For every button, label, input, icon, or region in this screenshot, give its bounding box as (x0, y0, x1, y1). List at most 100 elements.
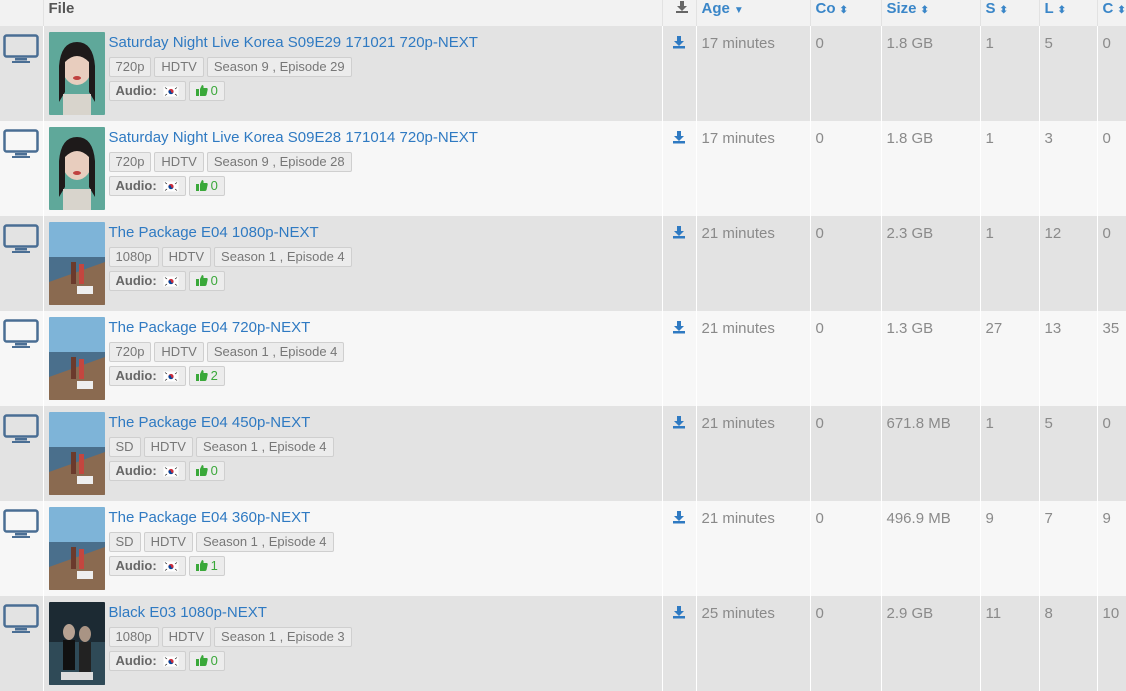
table-row: The Package E04 360p-NEXT SD HDTV Season 1… (0, 501, 1126, 596)
download-icon[interactable] (672, 320, 686, 334)
tv-icon[interactable] (3, 224, 39, 254)
audio-label: Audio: (115, 463, 157, 478)
age-cell: 21 minutes (696, 311, 811, 406)
age-cell: 17 minutes (696, 121, 811, 216)
download-icon[interactable] (672, 225, 686, 239)
type-cell (0, 406, 44, 501)
seeders-cell: 1 (980, 216, 1040, 311)
torrent-title-link[interactable]: The Package E04 720p-NEXT (109, 319, 348, 337)
vote-count: 0 (210, 83, 218, 98)
tag-row: 720p HDTV Season 9 , Episode 28 (108, 152, 478, 172)
completed-cell: 0 (1097, 216, 1126, 311)
torrent-title-link[interactable]: The Package E04 450p-NEXT (109, 414, 337, 432)
tag-row: SD HDTV Season 1 , Episode 4 (108, 437, 337, 457)
thumbs-up-icon (195, 465, 208, 476)
source-tag: HDTV (154, 57, 204, 77)
table-row: Saturday Night Live Korea S09E29 171021 … (0, 26, 1126, 121)
audio-label: Audio: (115, 368, 157, 383)
size-column-header[interactable]: Size ⬍ (881, 0, 981, 26)
age-cell: 17 minutes (696, 26, 811, 121)
episode-tag[interactable]: Season 1 , Episode 4 (195, 532, 334, 552)
sort-icon: ⬍ (839, 5, 848, 16)
thumbs-up-button[interactable]: 0 (188, 81, 225, 101)
co-column-header[interactable]: Co ⬍ (810, 0, 882, 26)
file-cell: The Package E04 450p-NEXT SD HDTV Season 1… (43, 406, 663, 501)
torrent-title-link[interactable]: Saturday Night Live Korea S09E28 171014 … (109, 129, 478, 147)
poster-thumbnail[interactable] (48, 507, 105, 590)
download-icon[interactable] (672, 35, 686, 49)
resolution-tag: 1080p (108, 247, 159, 267)
age-header-label: Age (701, 0, 730, 17)
episode-tag[interactable]: Season 9 , Episode 29 (206, 57, 352, 77)
episode-tag[interactable]: Season 1 , Episode 4 (195, 437, 334, 457)
co-cell: 0 (810, 311, 882, 406)
download-icon[interactable] (672, 510, 686, 524)
download-icon[interactable] (672, 130, 686, 144)
audio-label: Audio: (115, 83, 157, 98)
download-cell (662, 501, 697, 596)
episode-tag[interactable]: Season 1 , Episode 3 (214, 627, 352, 647)
audio-badge: Audio: (108, 651, 186, 671)
size-cell: 2.9 GB (881, 596, 981, 691)
audio-label: Audio: (115, 653, 157, 668)
torrent-title-link[interactable]: Saturday Night Live Korea S09E29 171021 … (109, 34, 478, 52)
south-korea-flag-icon (162, 656, 179, 668)
leechers-column-header[interactable]: L ⬍ (1039, 0, 1098, 26)
completed-cell: 35 (1097, 311, 1126, 406)
tv-icon[interactable] (3, 509, 39, 539)
vote-count: 0 (210, 653, 218, 668)
poster-thumbnail[interactable] (48, 32, 105, 115)
torrent-title-link[interactable]: The Package E04 360p-NEXT (109, 509, 337, 527)
poster-thumbnail[interactable] (48, 317, 105, 400)
poster-thumbnail[interactable] (48, 602, 105, 685)
tv-icon[interactable] (3, 129, 39, 159)
age-column-header[interactable]: Age ▼ (696, 0, 811, 26)
leechers-cell: 5 (1039, 26, 1098, 121)
episode-tag[interactable]: Season 1 , Episode 4 (214, 247, 352, 267)
thumbs-up-button[interactable]: 0 (188, 176, 225, 196)
size-cell: 671.8 MB (881, 406, 981, 501)
download-cell (662, 216, 697, 311)
file-cell: Saturday Night Live Korea S09E28 171014 … (43, 121, 663, 216)
audio-row: Audio: 0 (108, 81, 478, 101)
torrent-title-link[interactable]: The Package E04 1080p-NEXT (109, 224, 355, 242)
seeders-column-header[interactable]: S ⬍ (980, 0, 1040, 26)
completed-column-header[interactable]: C ⬍ (1097, 0, 1126, 26)
episode-tag[interactable]: Season 1 , Episode 4 (206, 342, 345, 362)
poster-thumbnail[interactable] (48, 127, 105, 210)
type-cell (0, 121, 44, 216)
file-cell: Black E03 1080p-NEXT 1080p HDTV Season 1 ,… (43, 596, 663, 691)
thumbs-up-button[interactable]: 0 (188, 271, 225, 291)
south-korea-flag-icon (162, 86, 179, 98)
tv-icon[interactable] (3, 319, 39, 349)
audio-label: Audio: (115, 558, 157, 573)
tv-icon[interactable] (3, 34, 39, 64)
tv-icon[interactable] (3, 604, 39, 634)
type-cell (0, 311, 44, 406)
poster-thumbnail[interactable] (48, 412, 105, 495)
tv-icon[interactable] (3, 414, 39, 444)
audio-row: Audio: 0 (108, 176, 478, 196)
table-row: Black E03 1080p-NEXT 1080p HDTV Season 1 ,… (0, 596, 1126, 691)
thumbs-up-button[interactable]: 0 (188, 651, 225, 671)
thumbs-up-button[interactable]: 0 (188, 461, 225, 481)
thumbs-up-button[interactable]: 2 (188, 366, 225, 386)
leechers-cell: 7 (1039, 501, 1098, 596)
audio-row: Audio: 2 (108, 366, 348, 386)
type-cell (0, 596, 44, 691)
download-icon[interactable] (672, 415, 686, 429)
resolution-tag: 720p (108, 342, 152, 362)
resolution-tag: 720p (108, 57, 152, 77)
torrent-title-link[interactable]: Black E03 1080p-NEXT (109, 604, 355, 622)
episode-tag[interactable]: Season 9 , Episode 28 (206, 152, 352, 172)
thumbs-up-button[interactable]: 1 (188, 556, 225, 576)
completed-cell: 0 (1097, 121, 1126, 216)
thumbs-up-icon (195, 370, 208, 381)
resolution-tag: 720p (108, 152, 152, 172)
source-tag: HDTV (143, 437, 193, 457)
download-icon[interactable] (672, 605, 686, 619)
sort-icon: ⬍ (920, 5, 929, 16)
poster-thumbnail[interactable] (48, 222, 105, 305)
thumbs-up-icon (195, 275, 208, 286)
audio-badge: Audio: (108, 366, 186, 386)
